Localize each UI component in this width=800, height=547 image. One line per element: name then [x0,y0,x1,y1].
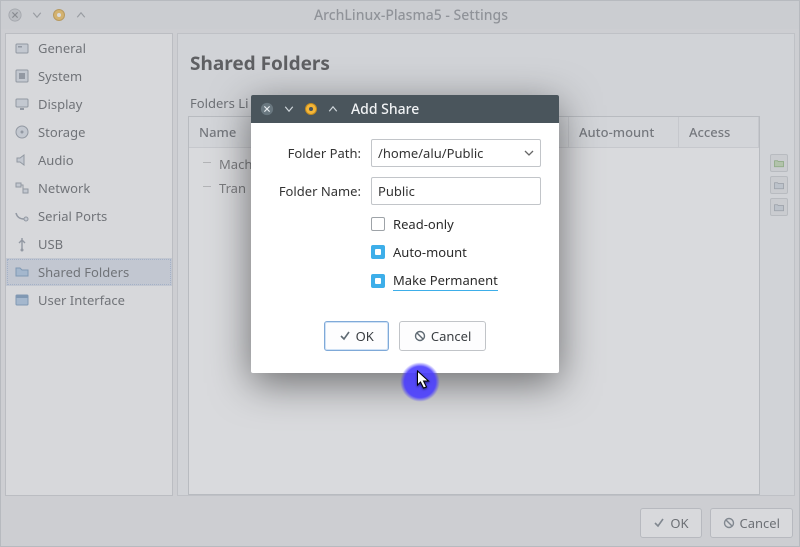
sidebar-item-label: System [38,67,82,85]
dialog-body: Folder Path: /home/alu/Public Folder Nam… [251,123,559,373]
add-folder-button[interactable] [770,154,788,172]
auto-mount-checkbox[interactable]: Auto-mount [371,243,541,261]
chevron-up-icon[interactable] [73,7,89,23]
forbid-icon [414,330,426,342]
sidebar-item-label: Serial Ports [38,207,107,225]
checkbox-label: Read-only [393,215,454,233]
sidebar-item-storage[interactable]: Storage [6,118,172,146]
check-icon [339,330,351,342]
network-icon [14,180,30,196]
chevron-down-icon[interactable] [281,101,297,117]
storage-icon [14,124,30,140]
remove-folder-button[interactable] [770,198,788,216]
col-auto-mount[interactable]: Auto-mount [569,117,679,147]
window-title: ArchLinux-Plasma5 - Settings [95,6,727,25]
sidebar-item-serial-ports[interactable]: Serial Ports [6,202,172,230]
sidebar-item-label: Storage [38,123,85,141]
make-permanent-checkbox[interactable]: Make Permanent [371,271,541,291]
read-only-checkbox[interactable]: Read-only [371,215,541,233]
dialog-cancel-button[interactable]: Cancel [399,321,486,351]
sidebar-item-shared-folders[interactable]: Shared Folders [6,258,172,286]
table-toolbar [770,154,788,216]
sidebar-item-label: Audio [38,151,74,169]
chevron-up-icon[interactable] [325,101,341,117]
dialog-title: Add Share [351,100,419,119]
folder-name-label: Folder Name: [269,182,361,200]
button-label: Cancel [740,514,780,532]
serial-icon [14,208,30,224]
add-share-dialog: Add Share Folder Path: /home/alu/Public … [251,95,559,373]
sidebar-item-display[interactable]: Display [6,90,172,118]
display-icon [14,96,30,112]
button-label: OK [670,514,688,532]
dialog-checks: Read-only Auto-mount Make Permanent [371,215,541,291]
folder-path-value: /home/alu/Public [378,144,483,162]
ui-icon [14,292,30,308]
folder-path-label: Folder Path: [269,144,361,162]
folder-icon [14,264,30,280]
sidebar-item-label: Shared Folders [38,263,129,281]
cancel-button[interactable]: Cancel [710,508,793,538]
sidebar-item-general[interactable]: General [6,34,172,62]
button-label: OK [356,327,374,345]
sidebar-item-label: Display [38,95,82,113]
folder-name-row: Folder Name: Public [269,177,541,205]
sidebar-item-user-interface[interactable]: User Interface [6,286,172,314]
folder-name-input[interactable]: Public [371,177,541,205]
window-footer: OK Cancel [1,500,799,546]
gear-icon[interactable] [51,7,67,23]
check-icon [653,517,665,529]
col-access[interactable]: Access [679,117,759,147]
ok-button[interactable]: OK [640,508,701,538]
dialog-ok-button[interactable]: OK [324,321,389,351]
sidebar-item-label: User Interface [38,291,125,309]
sidebar-item-usb[interactable]: USB [6,230,172,258]
checkbox-label: Auto-mount [393,243,467,261]
folder-path-dropdown[interactable]: /home/alu/Public [371,139,541,167]
checkbox-box [371,274,385,288]
general-icon [14,40,30,56]
close-icon[interactable] [259,101,275,117]
sidebar-item-system[interactable]: System [6,62,172,90]
sidebar: General System Display Storage Audio Net… [5,33,173,496]
chevron-down-icon [524,148,534,158]
close-icon[interactable] [7,7,23,23]
gear-icon[interactable] [303,101,319,117]
dialog-titlebar: Add Share [251,95,559,123]
system-icon [14,68,30,84]
checkbox-box [371,245,385,259]
titlebar: ArchLinux-Plasma5 - Settings [1,1,799,29]
sidebar-item-audio[interactable]: Audio [6,146,172,174]
sidebar-item-network[interactable]: Network [6,174,172,202]
button-label: Cancel [431,327,471,345]
dialog-footer: OK Cancel [269,311,541,365]
sidebar-item-label: Network [38,179,90,197]
chevron-down-icon[interactable] [29,7,45,23]
edit-folder-button[interactable] [770,176,788,194]
folder-path-row: Folder Path: /home/alu/Public [269,139,541,167]
checkbox-label: Make Permanent [393,271,498,291]
forbid-icon [723,517,735,529]
audio-icon [14,152,30,168]
page-title: Shared Folders [190,50,782,76]
mouse-cursor [416,370,431,390]
folder-name-value: Public [378,182,415,200]
sidebar-item-label: General [38,39,86,57]
usb-icon [14,236,30,252]
sidebar-item-label: USB [38,235,63,253]
checkbox-box [371,217,385,231]
